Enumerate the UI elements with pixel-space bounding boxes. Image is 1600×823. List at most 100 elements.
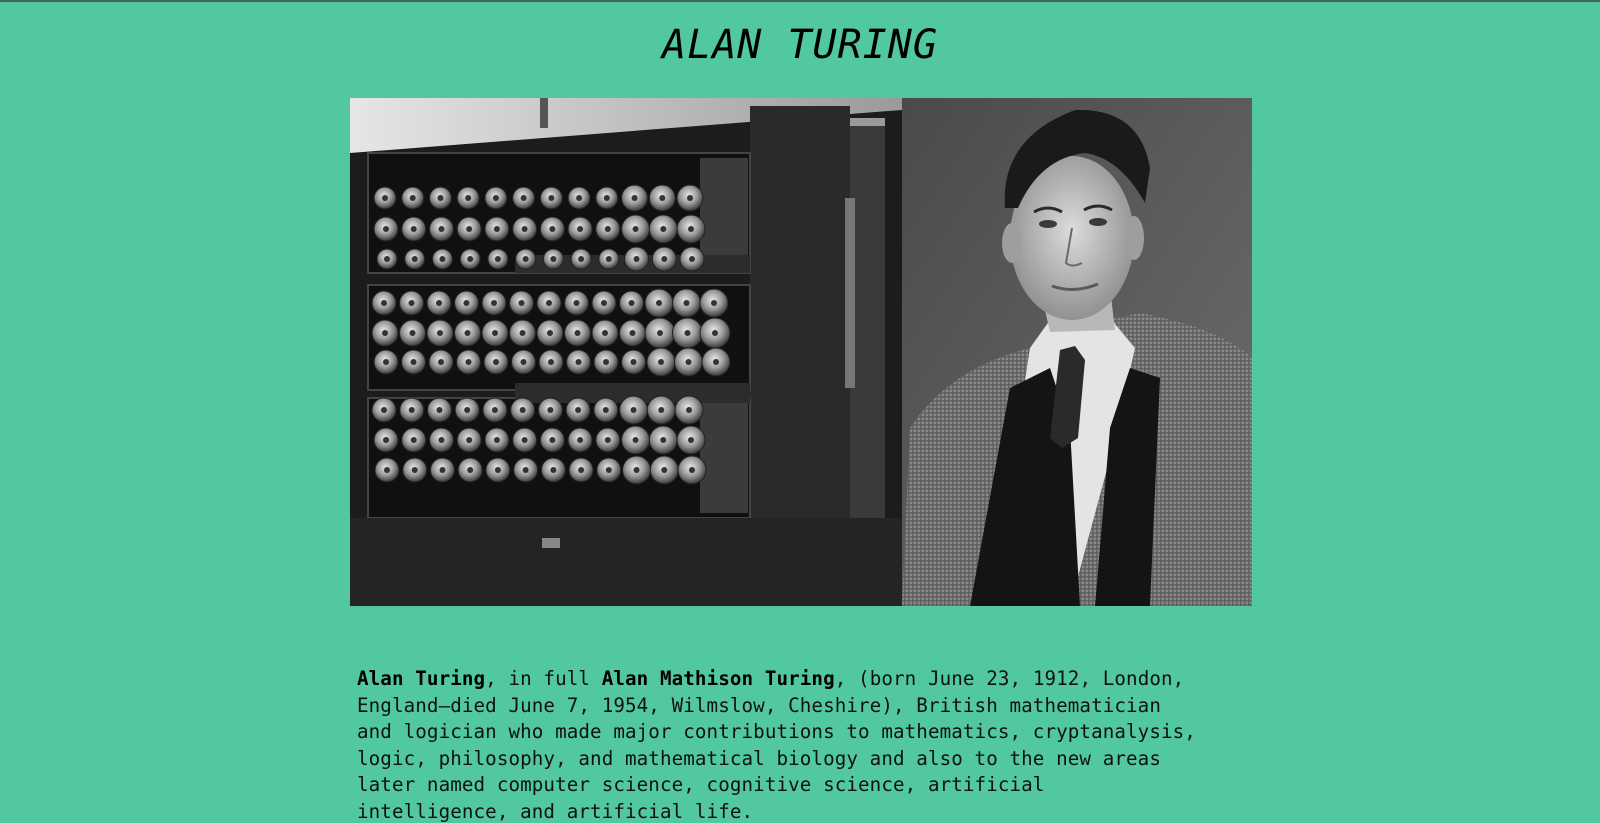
drum-hub xyxy=(437,195,444,201)
drum-hub xyxy=(546,300,552,306)
drum-hub xyxy=(384,467,390,473)
drum-hub xyxy=(494,256,501,262)
drum-hub xyxy=(492,195,499,201)
drum-hub xyxy=(491,407,498,413)
drum-hub xyxy=(436,407,443,413)
drum-hub xyxy=(519,407,526,413)
drum-hub xyxy=(494,467,501,473)
drum-hub xyxy=(632,226,639,232)
drum-hub xyxy=(438,359,444,365)
drum-hub xyxy=(605,467,612,473)
drum-hub xyxy=(575,359,582,365)
drum-hub xyxy=(410,437,417,443)
drum-hub xyxy=(383,359,389,365)
drum-hub xyxy=(518,300,525,306)
drum-hub xyxy=(578,256,585,262)
drum-hub xyxy=(684,330,691,336)
drum-hub xyxy=(660,226,667,232)
drum-hub xyxy=(629,330,636,336)
bio-line-2: England—died June 7, 1954, Wilmslow, Che… xyxy=(357,693,1161,717)
drum-hub xyxy=(687,195,693,201)
bio-line-6: intelligence, and artificial life. xyxy=(357,799,754,823)
drum-hub xyxy=(688,226,694,232)
drum-hub xyxy=(576,195,583,201)
drum-hub xyxy=(578,467,585,473)
hero-image xyxy=(350,98,1252,606)
drum-hub xyxy=(464,407,471,413)
drum-hub xyxy=(493,359,499,365)
drum-hub xyxy=(603,195,610,201)
drum-hub xyxy=(630,407,637,413)
drum-hub xyxy=(411,467,418,473)
drum-hub xyxy=(408,407,415,413)
drum-hub xyxy=(467,256,474,262)
drum-hub xyxy=(632,437,639,443)
drum-hub xyxy=(409,330,416,336)
drum-hub xyxy=(437,330,443,336)
bio-line-5: later named computer science, cognitive … xyxy=(357,773,1045,797)
drum-hub xyxy=(491,300,497,306)
drum-hub xyxy=(658,359,664,365)
drum-hub xyxy=(686,407,692,413)
drum-hub xyxy=(522,256,529,262)
drum-hub xyxy=(633,256,640,262)
drum-hub xyxy=(713,359,719,365)
drum-hub xyxy=(466,226,473,232)
drum-hub xyxy=(519,330,526,336)
drum-hub xyxy=(409,195,416,201)
drum-hub xyxy=(602,330,608,336)
bio-paragraph: Alan Turing, in full Alan Mathison Turin… xyxy=(357,666,1257,823)
drum-hub xyxy=(683,300,690,306)
drum-hub xyxy=(601,300,607,306)
drum-hub xyxy=(521,226,528,232)
drum-hub xyxy=(548,195,555,201)
bio-text-2: , (born June 23, 1912, London, xyxy=(834,667,1185,690)
bio-name: Alan Turing xyxy=(357,667,486,690)
drum-hub xyxy=(630,359,637,365)
drum-hub xyxy=(550,256,557,262)
bio-text-1: , in full xyxy=(485,667,602,690)
drum-hub xyxy=(493,437,500,443)
drum-hub xyxy=(574,330,581,336)
drum-hub xyxy=(463,300,470,306)
drum-hub xyxy=(603,359,609,365)
drum-hub xyxy=(631,195,638,201)
drum-hub xyxy=(549,437,556,443)
drum-hub xyxy=(410,226,417,232)
drum-hub xyxy=(575,407,582,413)
drum-hub xyxy=(520,195,527,201)
drum-hub xyxy=(438,226,445,232)
bio-line-1: Alan Turing, in full Alan Mathison Turin… xyxy=(357,666,1257,693)
drum-hub xyxy=(436,300,442,306)
drum-hub xyxy=(384,256,390,262)
drum-hub xyxy=(661,467,668,473)
page-title: ALAN TURING xyxy=(662,22,938,68)
drum-hub xyxy=(550,467,557,473)
drum-hub xyxy=(467,467,474,473)
drum-hub xyxy=(712,330,718,336)
drum-hub xyxy=(577,437,584,443)
drum-hub xyxy=(656,300,662,306)
drum-hub xyxy=(492,330,498,336)
drum-hub xyxy=(547,330,553,336)
drum-hub xyxy=(411,256,418,262)
drum-hub xyxy=(381,300,387,306)
drum-hub xyxy=(604,437,611,443)
drum-hub xyxy=(628,300,635,306)
drum-hub xyxy=(465,195,472,201)
bio-full-name: Alan Mathison Turing xyxy=(601,667,835,690)
drum-hub xyxy=(547,407,554,413)
drum-hub xyxy=(383,226,389,232)
drum-hub xyxy=(689,256,695,262)
drum-hub xyxy=(604,226,611,232)
drum-hub xyxy=(465,359,472,365)
drum-hub xyxy=(658,407,665,413)
portrait-photo xyxy=(902,98,1252,606)
drum-hub xyxy=(661,256,668,262)
drum-hub xyxy=(549,226,556,232)
drum-hub xyxy=(602,407,609,413)
drum-hub xyxy=(464,330,471,336)
drum-hub xyxy=(711,300,717,306)
drum-hub xyxy=(577,226,584,232)
drum-hub xyxy=(466,437,473,443)
